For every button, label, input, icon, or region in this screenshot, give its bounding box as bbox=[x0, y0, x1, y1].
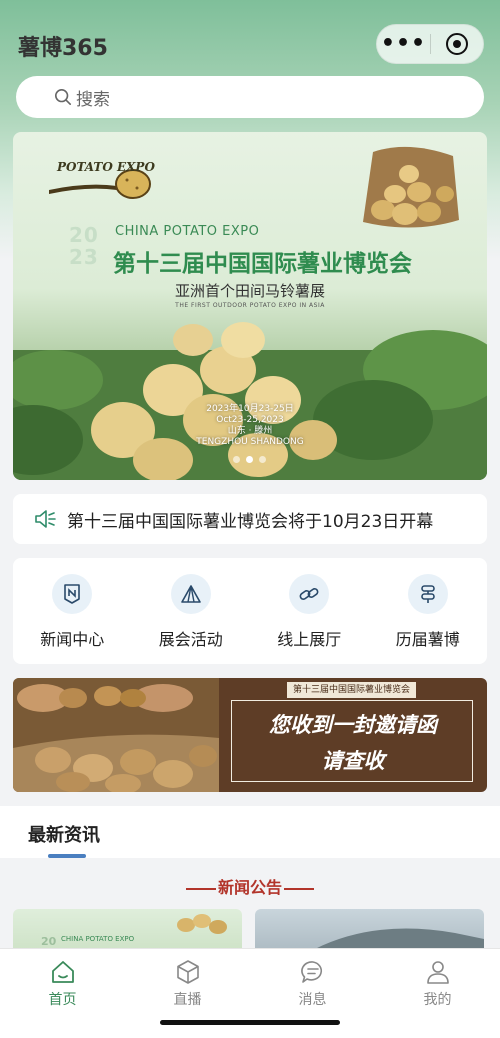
search-placeholder: 搜索 bbox=[76, 89, 110, 110]
search-bar[interactable]: 搜索 bbox=[16, 76, 484, 118]
news-header: 最新资讯 bbox=[0, 806, 500, 858]
news-icon bbox=[52, 574, 93, 614]
link-icon bbox=[289, 574, 330, 614]
quick-link-label: 线上展厅 bbox=[277, 630, 342, 649]
invitation-banner[interactable]: 第十三届中国国际薯业博览会 您收到一封邀请函 请查收 bbox=[13, 678, 487, 792]
tab-latest-news[interactable]: 最新资讯 bbox=[28, 821, 100, 847]
news-category-heading: 新闻公告 bbox=[0, 874, 500, 898]
quick-link-label: 新闻中心 bbox=[40, 630, 105, 649]
potato-sack-image bbox=[363, 146, 459, 228]
news-card-year: 20 bbox=[41, 935, 57, 948]
tab-home[interactable]: 首页 bbox=[0, 949, 125, 1038]
live-cube-icon bbox=[176, 960, 199, 984]
banner-english-title: CHINA POTATO EXPO bbox=[115, 224, 260, 239]
potato-harvest-image bbox=[13, 678, 219, 792]
invitation-frame: 您收到一封邀请函 请查收 bbox=[231, 700, 473, 782]
signpost-icon bbox=[407, 574, 448, 614]
announcement-text: 第十三届中国国际薯业博览会将于10月23日开幕 bbox=[67, 511, 434, 532]
invitation-line-2: 请查收 bbox=[321, 748, 385, 773]
quick-link-news[interactable]: 新闻中心 bbox=[13, 558, 132, 664]
quick-links: 新闻中心 展会活动 线上展厅 历届薯博 bbox=[13, 558, 487, 664]
tab-label: 首页 bbox=[48, 992, 77, 1008]
banner-title: 第十三届中国国际薯业博览会 bbox=[113, 251, 412, 277]
expo-banner-carousel[interactable]: POTATO EXPO 20 23 CHINA POTATO EXPO 第十三届… bbox=[13, 132, 487, 480]
quick-link-label: 历届薯博 bbox=[395, 630, 460, 649]
banner-subtitle-english: THE FIRST OUTDOOR POTATO EXPO IN ASIA bbox=[175, 302, 325, 309]
mini-program-capsule: ••• bbox=[376, 24, 484, 64]
invitation-text-panel: 第十三届中国国际薯业博览会 您收到一封邀请函 请查收 bbox=[219, 678, 487, 792]
tab-label: 我的 bbox=[423, 992, 452, 1008]
mountain-thumbnail bbox=[315, 928, 484, 949]
search-icon bbox=[54, 88, 72, 106]
tab-profile[interactable]: 我的 bbox=[375, 949, 500, 1038]
tab-label: 直播 bbox=[173, 992, 202, 1008]
quick-link-events[interactable]: 展会活动 bbox=[132, 558, 251, 664]
potato-field-image bbox=[13, 322, 487, 480]
carousel-dot[interactable] bbox=[259, 456, 266, 463]
carousel-indicators bbox=[233, 456, 266, 463]
quick-link-past-expos[interactable]: 历届薯博 bbox=[369, 558, 488, 664]
home-indicator bbox=[160, 1020, 340, 1025]
banner-year: 20 23 bbox=[69, 223, 99, 269]
target-icon bbox=[445, 33, 468, 55]
tent-icon bbox=[170, 574, 211, 614]
quick-link-label: 展会活动 bbox=[158, 630, 223, 649]
potato-expo-logo: POTATO EXPO bbox=[47, 154, 157, 206]
close-program-button[interactable] bbox=[431, 33, 483, 55]
app-title: 薯博365 bbox=[18, 36, 108, 61]
user-icon bbox=[426, 961, 449, 984]
message-icon bbox=[300, 961, 322, 983]
quick-link-online-hall[interactable]: 线上展厅 bbox=[250, 558, 369, 664]
banner-subtitle: 亚洲首个田间马铃薯展 bbox=[174, 282, 325, 300]
news-card[interactable]: 20 CHINA POTATO EXPO bbox=[13, 909, 242, 949]
banner-date: 2023年10月23-25日 Oct23-25,2023 山东 · 滕州 TEN… bbox=[196, 404, 304, 447]
speaker-icon bbox=[35, 510, 56, 528]
potato-thumbnail bbox=[177, 914, 227, 934]
invitation-line-1: 您收到一封邀请函 bbox=[269, 712, 437, 737]
news-card-english: CHINA POTATO EXPO bbox=[61, 935, 135, 943]
news-card[interactable] bbox=[255, 909, 484, 949]
carousel-dot[interactable] bbox=[233, 456, 240, 463]
tab-active-underline bbox=[48, 854, 86, 858]
logo-text: POTATO EXPO bbox=[57, 160, 155, 174]
invitation-tag: 第十三届中国国际薯业博览会 bbox=[287, 682, 417, 698]
more-dots-icon[interactable]: ••• bbox=[377, 24, 430, 64]
tab-label: 消息 bbox=[298, 992, 327, 1008]
carousel-dot-active[interactable] bbox=[246, 456, 253, 463]
announcement-bar[interactable]: 第十三届中国国际薯业博览会将于10月23日开幕 bbox=[13, 494, 487, 544]
home-icon bbox=[51, 961, 74, 983]
